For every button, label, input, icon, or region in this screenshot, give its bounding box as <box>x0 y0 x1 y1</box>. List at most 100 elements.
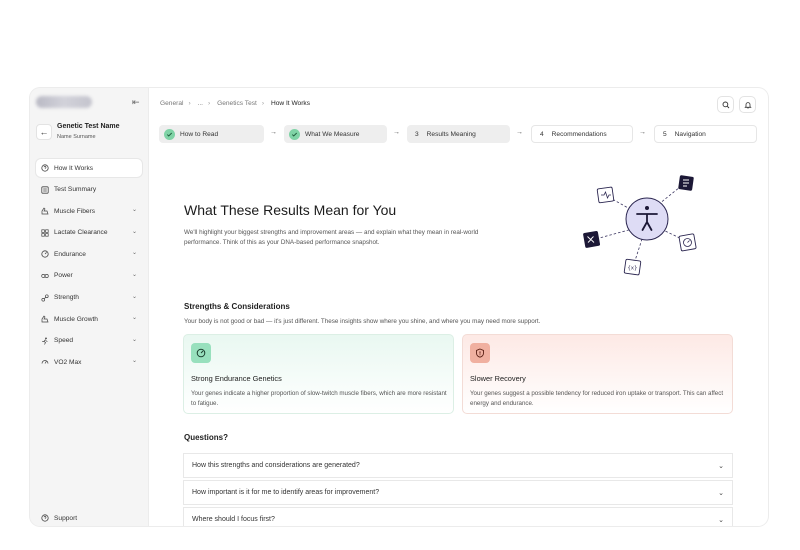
breadcrumb-separator: › <box>208 100 211 107</box>
step-recommendations[interactable]: 4 Recommendations <box>531 125 633 143</box>
section-title-strengths: Strengths & Considerations <box>184 302 290 311</box>
check-icon <box>164 128 175 140</box>
step-how-to-read[interactable]: How to Read <box>159 125 264 143</box>
main-content: General › ... › Genetics Test › How It Work… <box>148 88 768 526</box>
chevron-down-icon[interactable]: ⌄ <box>132 357 137 364</box>
faq-item[interactable]: Where should I focus first? ⌄ <box>183 507 733 526</box>
shield-alert-icon <box>470 343 490 363</box>
breadcrumb-item[interactable]: General <box>160 100 183 107</box>
sidebar-nav: How It Works Test Summary Muscle Fibers … <box>36 159 142 375</box>
arrow-right-icon: → <box>639 129 646 136</box>
bell-icon <box>743 101 752 108</box>
test-name: Genetic Test Name <box>57 123 120 130</box>
sidebar-item-power[interactable]: Power ⌄ <box>36 267 142 285</box>
section-description: Your body is not good or bad — it's just… <box>184 318 541 325</box>
faq-item[interactable]: How important is it for me to identify a… <box>183 480 733 505</box>
formula-icon: {x} <box>623 258 642 276</box>
dna-icon <box>583 230 601 248</box>
step-label: Results Meaning <box>426 130 476 138</box>
gauge-icon <box>191 343 211 363</box>
sidebar: ⇤ ← Genetic Test Name Name Surname How I… <box>30 88 148 526</box>
top-bar: General › ... › Genetics Test › How It Work… <box>149 88 768 120</box>
back-button[interactable]: ← <box>36 124 52 140</box>
chevron-down-icon[interactable]: ⌄ <box>132 249 137 256</box>
sidebar-item-label: Strength <box>54 294 79 302</box>
search-icon <box>722 101 729 108</box>
chevron-down-icon[interactable]: ⌄ <box>132 206 137 213</box>
check-icon <box>289 128 300 140</box>
sidebar-item-endurance[interactable]: Endurance ⌄ <box>36 245 142 263</box>
body-network-illustration: {x} <box>579 168 709 278</box>
chevron-down-icon[interactable]: ⌄ <box>132 293 137 300</box>
card-title: Strong Endurance Genetics <box>191 374 282 383</box>
faq-question: How important is it for me to identify a… <box>192 489 380 496</box>
chevron-down-icon[interactable]: ⌄ <box>718 462 724 470</box>
heart-rate-icon <box>596 186 615 204</box>
breadcrumb-current: How It Works <box>270 100 311 107</box>
chevron-down-icon[interactable]: ⌄ <box>132 228 137 235</box>
sidebar-item-muscle-growth[interactable]: Muscle Growth ⌄ <box>36 310 142 328</box>
faq-question: How this strengths and considerations ar… <box>192 462 360 469</box>
support-link[interactable]: Support <box>41 514 77 522</box>
chevron-down-icon[interactable]: ⌄ <box>132 336 137 343</box>
sidebar-item-muscle-fibers[interactable]: Muscle Fibers ⌄ <box>36 202 142 220</box>
gauge-icon <box>678 233 697 252</box>
brand-logo[interactable] <box>36 96 92 108</box>
growth-icon <box>41 315 49 323</box>
faq-question: Where should I focus first? <box>192 516 275 523</box>
step-number: 3 <box>415 130 419 138</box>
svg-text:{x}: {x} <box>628 266 638 272</box>
step-number: 5 <box>663 130 667 138</box>
sidebar-item-label: Power <box>54 272 73 280</box>
progress-steps: How to Read → What We Measure → 3 Result… <box>159 125 759 143</box>
sidebar-item-speed[interactable]: Speed ⌄ <box>36 332 142 350</box>
sidebar-item-vo2-max[interactable]: VO2 Max ⌄ <box>36 353 142 371</box>
faq-item[interactable]: How this strengths and considerations ar… <box>183 453 733 478</box>
chevron-down-icon[interactable]: ⌄ <box>718 516 724 524</box>
strength-icon <box>41 294 49 302</box>
support-label: Support <box>54 514 78 522</box>
lactate-icon <box>41 229 49 237</box>
strength-card: Strong Endurance Genetics Your genes ind… <box>183 334 454 414</box>
sidebar-item-label: How It Works <box>54 164 94 172</box>
step-label: Recommendations <box>551 130 607 138</box>
muscle-icon <box>41 207 49 215</box>
arrow-right-icon: → <box>393 129 400 136</box>
chevron-down-icon[interactable]: ⌄ <box>132 314 137 321</box>
chevron-down-icon[interactable]: ⌄ <box>718 489 724 497</box>
document-icon <box>678 175 694 191</box>
breadcrumb-item[interactable]: Genetics Test <box>217 100 257 107</box>
page-description: We'll highlight your biggest strengths a… <box>184 229 479 246</box>
sidebar-item-how-it-works[interactable]: How It Works <box>36 159 142 177</box>
user-name: Name Surname <box>57 134 96 140</box>
breadcrumb-separator: › <box>261 100 265 107</box>
arrow-right-icon: → <box>270 129 277 136</box>
sidebar-item-test-summary[interactable]: Test Summary <box>36 181 142 199</box>
chevron-down-icon[interactable]: ⌄ <box>132 271 137 278</box>
sidebar-item-label: Muscle Fibers <box>54 207 96 215</box>
card-body: Your genes suggest a possible tendency f… <box>470 390 724 407</box>
step-label: What We Measure <box>305 130 360 138</box>
breadcrumb: General › ... › Genetics Test › How It Work… <box>160 100 315 107</box>
book-icon <box>41 164 49 172</box>
search-button[interactable] <box>717 96 734 113</box>
notifications-button[interactable] <box>739 96 756 113</box>
section-title-questions: Questions? <box>184 433 229 442</box>
step-number: 4 <box>540 130 544 138</box>
step-label: How to Read <box>180 130 219 138</box>
arrow-right-icon: → <box>516 129 523 136</box>
user-block: ← Genetic Test Name Name Surname <box>36 122 144 146</box>
breadcrumb-item[interactable]: ... <box>198 100 204 107</box>
sidebar-item-label: VO2 Max <box>54 358 82 366</box>
app-window: ⇤ ← Genetic Test Name Name Surname How I… <box>30 88 768 526</box>
step-what-we-measure[interactable]: What We Measure <box>284 125 387 143</box>
breadcrumb-separator: › <box>188 100 191 107</box>
sidebar-item-label: Muscle Growth <box>54 315 98 323</box>
summary-icon <box>41 185 49 194</box>
vo2-icon <box>41 358 49 366</box>
sidebar-item-strength[interactable]: Strength ⌄ <box>36 289 142 307</box>
step-navigation[interactable]: 5 Navigation <box>654 125 757 143</box>
sidebar-item-lactate-clearance[interactable]: Lactate Clearance ⌄ <box>36 224 142 242</box>
step-results-meaning[interactable]: 3 Results Meaning <box>407 125 510 143</box>
collapse-sidebar-icon[interactable]: ⇤ <box>132 97 140 108</box>
